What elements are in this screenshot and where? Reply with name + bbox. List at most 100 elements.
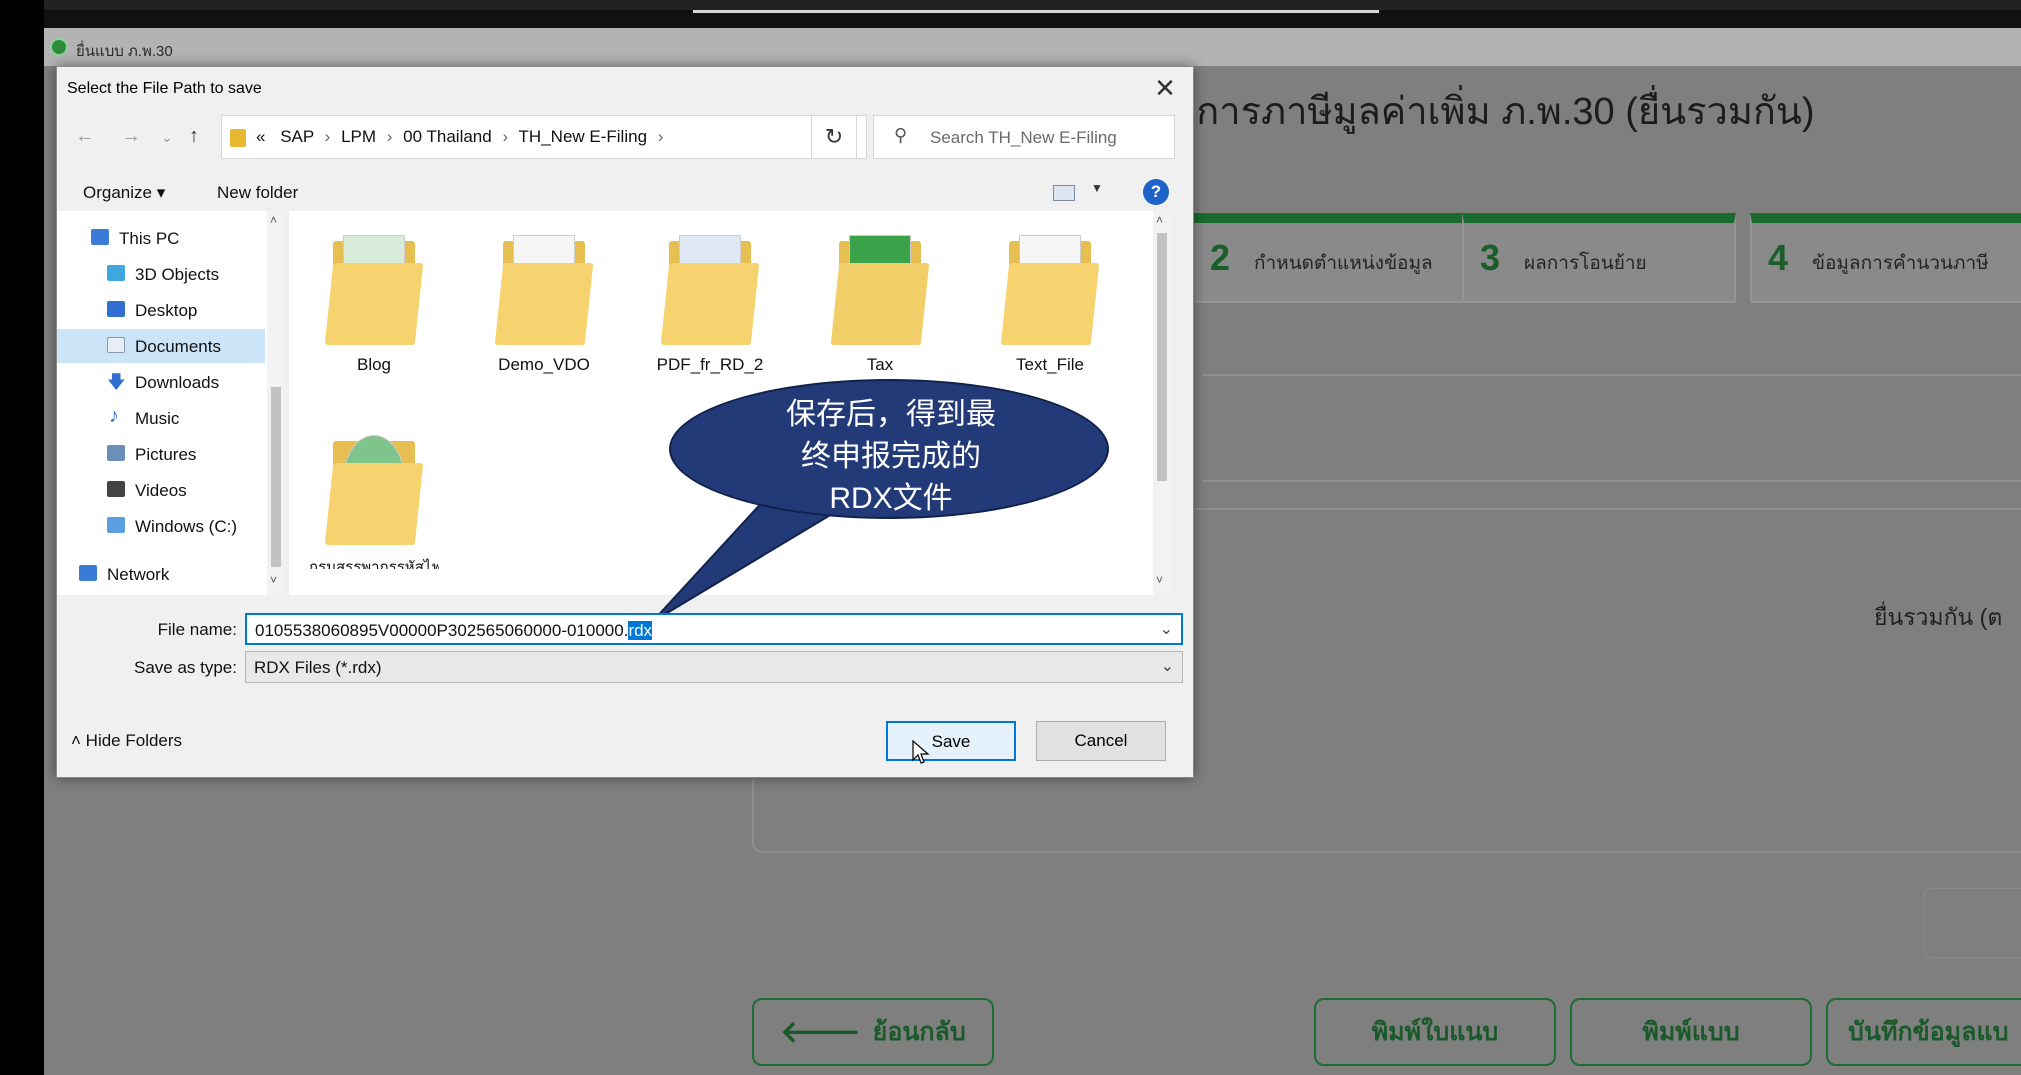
nav-label: Downloads — [135, 373, 220, 392]
nav-scrollbar[interactable]: ˄ ˅ — [267, 211, 285, 595]
save-data-button[interactable]: บันทึกข้อมูลแบ — [1826, 998, 2021, 1066]
nav-item-desktop[interactable]: Desktop — [57, 293, 265, 327]
nav-item-music[interactable]: ♪ Music — [57, 401, 265, 435]
address-bar[interactable]: « SAP › LPM › 00 Thailand › TH_New E-Fil… — [221, 115, 867, 159]
new-folder-button[interactable]: New folder — [217, 183, 298, 203]
up-arrow-icon[interactable]: ↑ — [189, 125, 199, 148]
chevron-down-icon[interactable]: ⌄ — [1161, 656, 1174, 676]
nav-item-this-pc[interactable]: This PC — [57, 221, 265, 255]
breadcrumb-item[interactable]: 00 Thailand — [403, 127, 492, 146]
nav-label: Windows (C:) — [135, 517, 238, 536]
save-button[interactable]: Save — [886, 721, 1016, 761]
divider — [1202, 374, 2021, 376]
step-tab-2[interactable]: 2 กำหนดตำแหน่งข้อมูล — [1192, 213, 1482, 303]
nav-label: 3D Objects — [135, 265, 220, 284]
chevron-down-icon[interactable]: ˅ — [1156, 573, 1163, 587]
file-name-input[interactable]: 0105538060895V00000P302565060000-010000.… — [245, 613, 1183, 645]
chevron-up-icon[interactable]: ˄ — [1156, 213, 1163, 227]
step-label: ข้อมูลการคำนวนภาษี — [1812, 253, 1989, 274]
folder-name: Tax — [866, 355, 894, 374]
search-input[interactable]: ⚲ Search TH_New E-Filing — [873, 115, 1175, 159]
folder-item[interactable]: Blog — [309, 235, 439, 375]
divider — [1202, 480, 2021, 482]
nav-label: Music — [135, 409, 180, 428]
step-label: กำหนดตำแหน่งข้อมูล — [1254, 253, 1433, 274]
print-attachment-label: พิมพ์ใบแนบ — [1371, 1018, 1499, 1046]
back-button[interactable]: 🡐 ย้อนกลับ — [752, 998, 994, 1066]
scroll-thumb[interactable] — [1157, 233, 1167, 481]
hide-folders-toggle[interactable]: ˄ Hide Folders — [71, 731, 182, 751]
annotation-callout: 保存后，得到最 终申报完成的 RDX文件 — [669, 379, 1109, 519]
small-panel — [1924, 888, 2021, 958]
chevron-down-icon[interactable]: ˅ — [270, 573, 277, 587]
folder-icon — [324, 235, 424, 345]
folder-icon — [1000, 235, 1100, 345]
chevron-right-icon: › — [386, 127, 393, 146]
step-tab-3[interactable]: 3 ผลการโอนย้าย — [1462, 213, 1736, 303]
back-arrow-icon[interactable]: ← — [75, 125, 95, 148]
dialog-toolbar: Organize ▾ New folder ▼ ? — [57, 173, 1193, 211]
breadcrumb: « SAP › LPM › 00 Thailand › TH_New E-Fil… — [256, 127, 669, 147]
chevron-right-icon: › — [324, 127, 331, 146]
arrow-left-icon: 🡐 — [780, 1016, 861, 1049]
folder-item[interactable]: กรมสรรพากรรหัสไฟล — [309, 435, 439, 569]
nav-label: Desktop — [135, 301, 198, 320]
folder-icon — [494, 235, 594, 345]
hide-folders-label: Hide Folders — [85, 731, 183, 750]
drive-icon — [107, 517, 125, 533]
forward-arrow-icon[interactable]: → — [121, 125, 141, 148]
mouse-cursor-icon — [912, 740, 930, 764]
step-tab-4[interactable]: 4 ข้อมูลการคำนวนภาษี — [1750, 213, 2021, 303]
view-options-icon[interactable] — [1053, 185, 1075, 201]
print-form-button[interactable]: พิมพ์แบบ — [1570, 998, 1812, 1066]
nav-item-3d-objects[interactable]: 3D Objects — [57, 257, 265, 291]
chevron-up-icon[interactable]: ˄ — [270, 213, 277, 227]
nav-item-network[interactable]: Network — [57, 557, 265, 591]
breadcrumb-item[interactable]: TH_New E-Filing — [519, 127, 647, 146]
folder-icon — [830, 235, 930, 345]
cube-icon — [107, 265, 125, 281]
scroll-thumb[interactable] — [271, 387, 281, 567]
file-name-label: File name: — [157, 620, 237, 639]
screen-top-line — [693, 10, 1379, 13]
nav-label: Documents — [135, 337, 221, 356]
nav-label: Videos — [135, 481, 187, 500]
organize-menu[interactable]: Organize ▾ — [83, 183, 165, 203]
folder-item[interactable]: Demo_VDO — [479, 235, 609, 375]
step-number: 4 — [1768, 237, 1789, 278]
nav-item-windows-c[interactable]: Windows (C:) — [57, 509, 265, 543]
nav-item-pictures[interactable]: Pictures — [57, 437, 265, 471]
save-type-select[interactable]: RDX Files (*.rdx) ⌄ — [245, 651, 1183, 683]
close-icon[interactable]: ✕ — [1145, 71, 1185, 105]
chevron-down-icon[interactable]: ▼ — [1091, 181, 1103, 195]
help-icon[interactable]: ? — [1143, 179, 1169, 205]
nav-item-downloads[interactable]: 🡇 Downloads — [57, 365, 265, 399]
files-scrollbar[interactable]: ˄ ˅ — [1153, 211, 1171, 595]
folder-item[interactable]: Tax — [815, 235, 945, 375]
breadcrumb-item[interactable]: LPM — [341, 127, 376, 146]
nav-label: Pictures — [135, 445, 197, 464]
download-icon: 🡇 — [107, 372, 126, 392]
step-label: ผลการโอนย้าย — [1524, 253, 1647, 274]
nav-item-documents[interactable]: Documents — [57, 329, 265, 363]
nav-item-videos[interactable]: Videos — [57, 473, 265, 507]
folder-item[interactable]: Text_File — [985, 235, 1115, 375]
breadcrumb-overflow[interactable]: « — [256, 127, 265, 146]
breadcrumb-item[interactable]: SAP — [280, 127, 314, 146]
refresh-icon[interactable]: ↻ — [811, 115, 857, 159]
recent-dropdown-icon[interactable]: ⌄ — [161, 129, 173, 146]
screen-top-bar — [0, 0, 2021, 10]
chevron-right-icon: › — [502, 127, 509, 146]
picture-icon — [107, 445, 125, 461]
desktop-icon — [107, 301, 125, 317]
chevron-down-icon[interactable]: ⌄ — [1160, 619, 1173, 639]
save-file-dialog: Select the File Path to save ✕ ← → ⌄ ↑ «… — [56, 66, 1194, 778]
cancel-button[interactable]: Cancel — [1036, 721, 1166, 761]
combined-filing-label: ยื่นรวมกัน (ต — [1874, 604, 2003, 630]
print-attachment-button[interactable]: พิมพ์ใบแนบ — [1314, 998, 1556, 1066]
folder-name: Text_File — [1015, 355, 1085, 374]
dialog-title: Select the File Path to save — [67, 80, 262, 97]
step-number: 2 — [1210, 237, 1231, 278]
chevron-up-icon: ˄ — [71, 731, 81, 750]
folder-item[interactable]: PDF_fr_RD_2 — [645, 235, 775, 375]
